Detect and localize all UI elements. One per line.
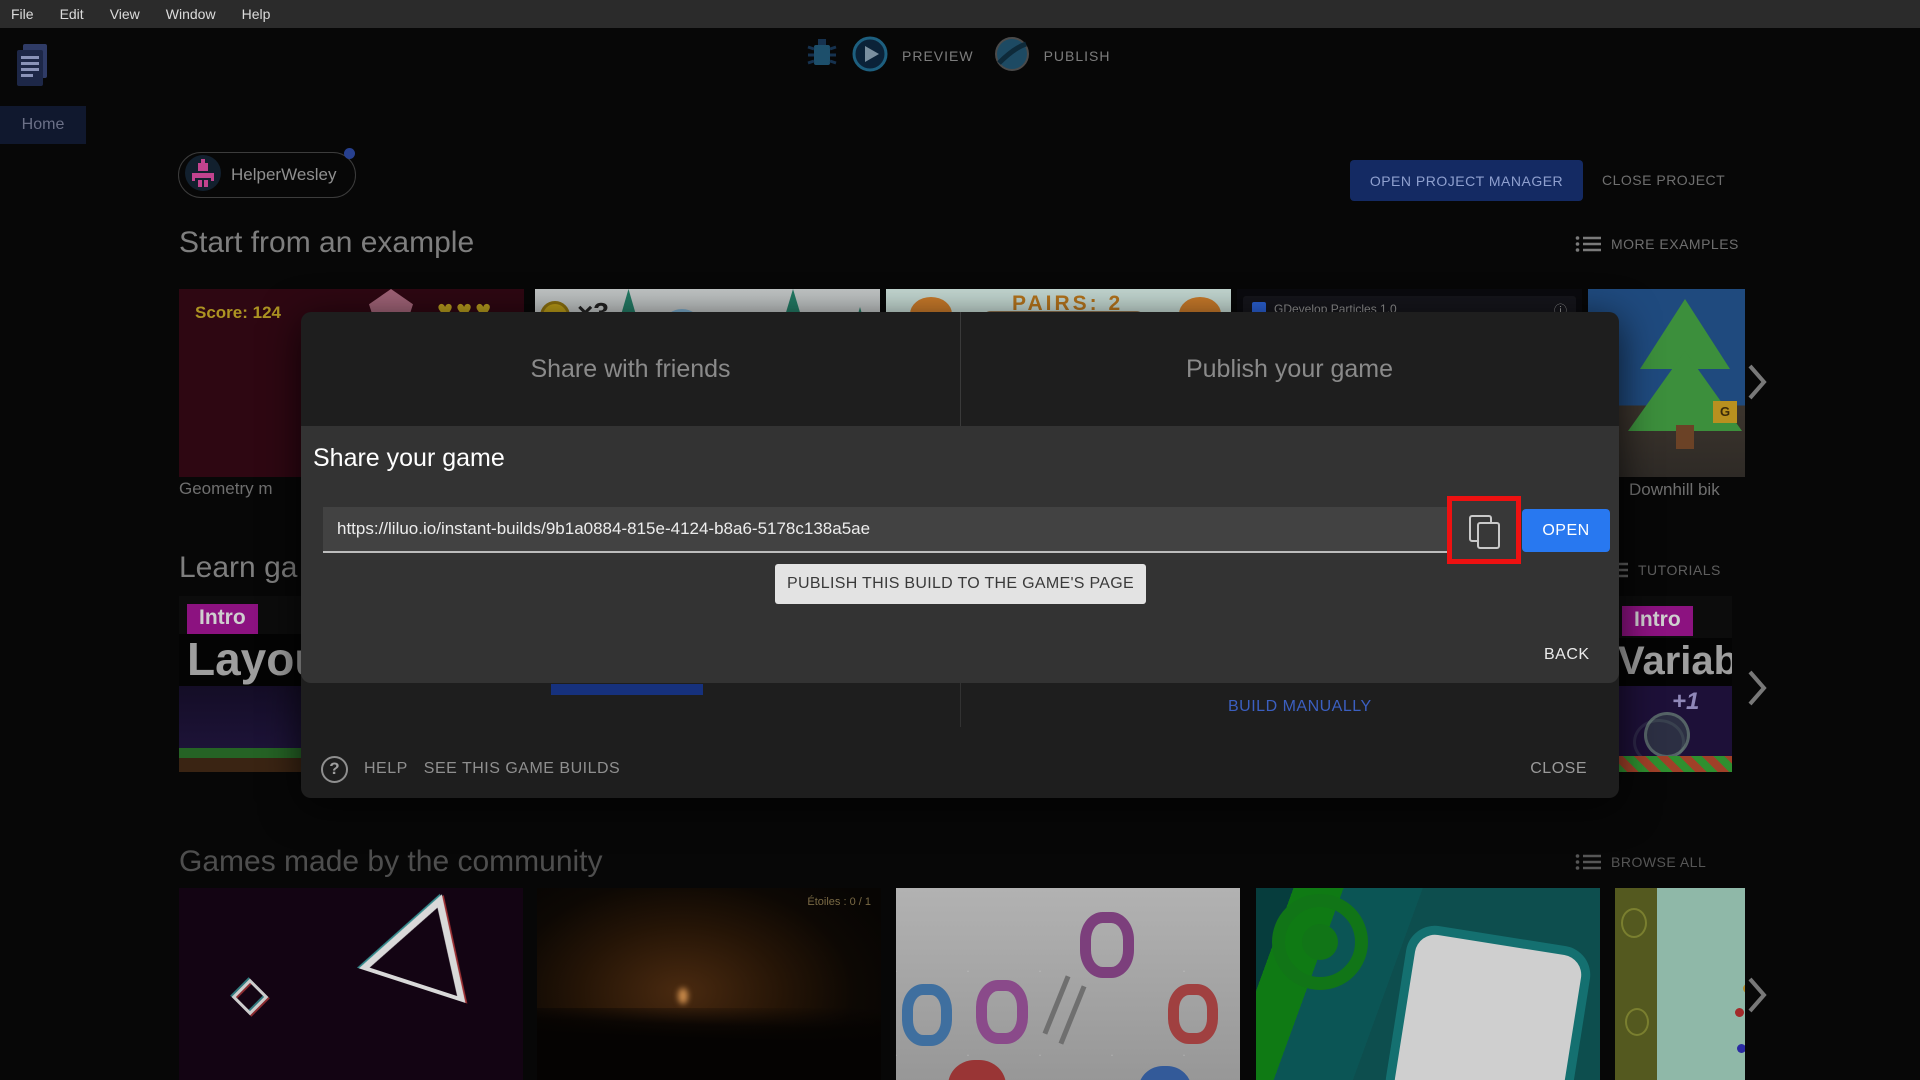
ground-silhouette (537, 1008, 881, 1080)
slime-character (1633, 712, 1690, 765)
menu-window[interactable]: Window (166, 6, 216, 22)
unit-dot (1735, 1008, 1744, 1017)
ring-red (1168, 984, 1218, 1044)
menu-help[interactable]: Help (242, 6, 271, 22)
close-dialog-button[interactable]: CLOSE (1530, 760, 1587, 778)
tree-trunk (1676, 425, 1694, 449)
project-manager-icon[interactable] (15, 42, 49, 88)
sign-shape: G (1713, 401, 1737, 423)
example-caption-geometry[interactable]: Geometry m (179, 479, 273, 499)
help-icon[interactable]: ? (321, 755, 348, 783)
tab-label: Publish your game (1185, 354, 1394, 383)
home-tab-label: Home (21, 116, 65, 133)
campfire-glow (678, 988, 689, 1004)
learn-section-title: Learn ga (179, 551, 298, 584)
menu-view[interactable]: View (110, 6, 140, 22)
help-button[interactable]: HELP (364, 760, 408, 778)
menu-edit[interactable]: Edit (60, 6, 84, 22)
user-chip[interactable]: HelperWesley (178, 152, 356, 198)
tutorial-art: +1 (1616, 686, 1732, 765)
community-section-title: Games made by the community (179, 845, 603, 878)
hidden-blue-button-sliver (551, 684, 703, 695)
preview-icon[interactable] (851, 35, 889, 78)
more-examples-label: MORE EXAMPLES (1611, 236, 1739, 252)
learn-next-chevron-icon[interactable] (1745, 668, 1769, 713)
browse-all-label: BROWSE ALL (1611, 854, 1707, 870)
outline-ring (1625, 1008, 1649, 1036)
see-builds-button[interactable]: SEE THIS GAME BUILDS (424, 760, 620, 778)
dialog-footer: ? HELP SEE THIS GAME BUILDS CLOSE (301, 740, 1619, 798)
blob-red (948, 1060, 1006, 1080)
community-next-chevron-icon[interactable] (1745, 975, 1769, 1020)
build-manually-link[interactable]: BUILD MANUALLY (1228, 698, 1372, 716)
open-url-button[interactable]: OPEN (1522, 509, 1610, 552)
list-icon (1575, 854, 1601, 870)
community-row: Étoiles : 0 / 1 (179, 888, 1745, 1080)
community-card-hex-rings[interactable] (896, 888, 1240, 1080)
open-project-manager-button[interactable]: OPEN PROJECT MANAGER (1350, 160, 1583, 201)
username-label: HelperWesley (231, 165, 337, 184)
diamond-outline (231, 978, 269, 1016)
annotation-red-box (1447, 496, 1521, 564)
avatar (185, 154, 221, 196)
tutorials-link[interactable]: TUTORIALS (1602, 560, 1721, 580)
learn-card-variables[interactable]: Intro Variab +1 (1616, 596, 1732, 772)
menu-bar: File Edit View Window Help (0, 0, 1920, 28)
outline-ring (1621, 908, 1647, 938)
community-card-campfire[interactable]: Étoiles : 0 / 1 (537, 888, 881, 1080)
close-project-button[interactable]: CLOSE PROJECT (1602, 172, 1725, 188)
list-icon (1575, 236, 1601, 252)
publish-button[interactable]: PUBLISH (1044, 48, 1111, 64)
game-url-input[interactable] (323, 507, 1452, 553)
back-button[interactable]: BACK (1544, 646, 1590, 664)
examples-section-title: Start from an example (179, 226, 475, 259)
debug-icon[interactable] (806, 35, 838, 78)
ring-blue (902, 984, 952, 1046)
tab-share-with-friends[interactable]: Share with friends (301, 312, 960, 426)
tab-home[interactable]: Home (0, 106, 86, 144)
browse-all-link[interactable]: BROWSE ALL (1575, 852, 1706, 872)
panel-title: Share your game (313, 444, 505, 472)
toolbar: PREVIEW PUBLISH (806, 36, 1111, 76)
example-caption-downhill[interactable]: Downhill bik (1629, 480, 1720, 500)
tab-label: Share with friends (530, 354, 731, 383)
publish-icon[interactable] (993, 35, 1031, 78)
community-card-teal-abstract[interactable] (1256, 888, 1600, 1080)
gdevelop-window: File Edit View Window Help Home PREVIEW … (0, 0, 1920, 1080)
ring-purple (1080, 912, 1134, 978)
share-dialog: Share with friends Publish your game Sha… (301, 312, 1619, 798)
intro-badge: Intro (1622, 606, 1693, 636)
tab-publish-your-game[interactable]: Publish your game (960, 312, 1619, 426)
community-card-neon-shapes[interactable] (179, 888, 523, 1080)
green-dot (1302, 924, 1338, 960)
triangle-outline (359, 888, 495, 1003)
intro-badge: Intro (187, 604, 258, 634)
preview-button[interactable]: PREVIEW (902, 48, 974, 64)
tutorials-label: TUTORIALS (1638, 562, 1721, 578)
score-label: Score: 124 (195, 303, 281, 322)
zigzag-ground (1616, 756, 1732, 772)
tutorial-title: Variab (1616, 638, 1732, 686)
tab-divider (960, 312, 961, 426)
notification-dot (344, 148, 355, 159)
column-divider (960, 683, 961, 727)
ring-purple (976, 980, 1028, 1044)
menu-file[interactable]: File (11, 6, 34, 22)
stars-counter: Étoiles : 0 / 1 (807, 896, 871, 908)
share-your-game-panel: Share your game OPEN PUBLISH THIS BUILD … (301, 426, 1619, 683)
more-examples-link[interactable]: MORE EXAMPLES (1575, 234, 1739, 254)
share-dialog-tabs: Share with friends Publish your game (301, 312, 1619, 426)
community-card-garden[interactable] (1615, 888, 1745, 1080)
blob-blue (1138, 1066, 1192, 1080)
publish-build-button[interactable]: PUBLISH THIS BUILD TO THE GAME'S PAGE (775, 564, 1146, 604)
unit-dot (1737, 1044, 1745, 1053)
examples-next-chevron-icon[interactable] (1745, 362, 1769, 407)
white-square (1391, 931, 1585, 1080)
plus-one-label: +1 (1672, 688, 1700, 715)
